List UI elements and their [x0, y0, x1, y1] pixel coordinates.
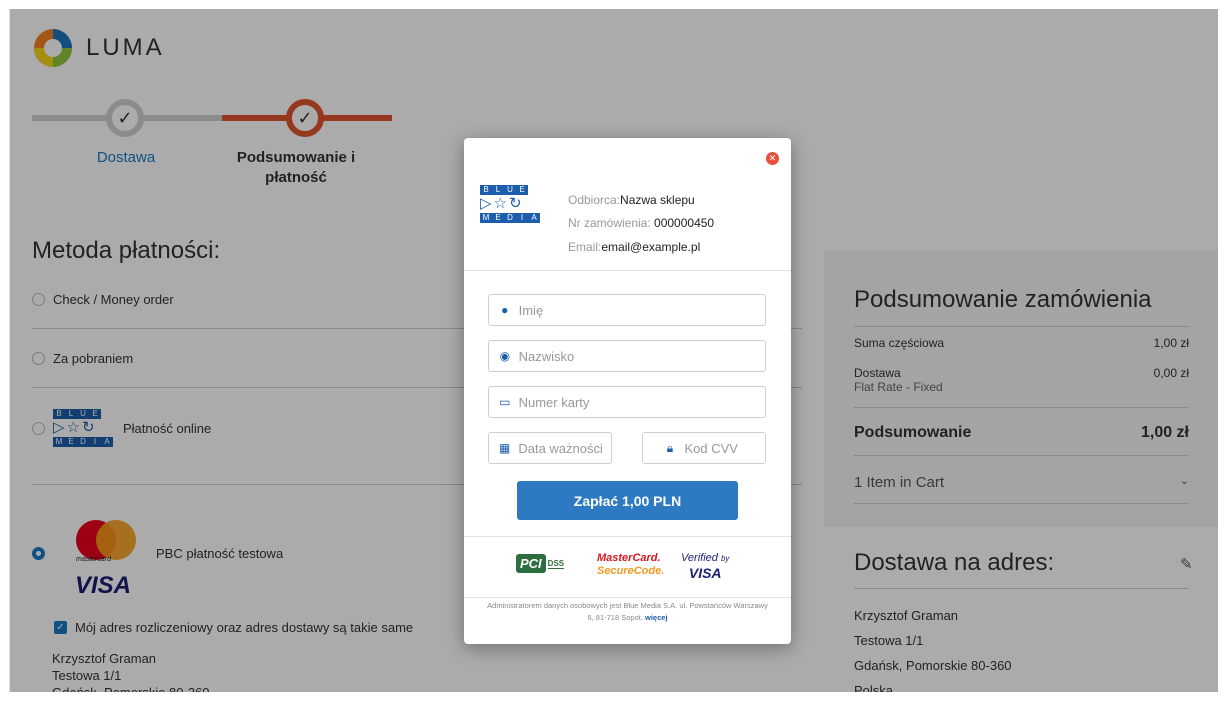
card-number-input[interactable] — [518, 394, 765, 410]
lock-icon: 🔒︎ — [666, 440, 674, 455]
more-link[interactable]: więcej — [645, 613, 668, 622]
modal-header: ✕ B L U E ▷☆↻ M E D I A Odbiorca:Nazwa s… — [464, 138, 791, 271]
credit-card-icon: ▭ — [499, 395, 511, 409]
card-number-field[interactable]: ▭ — [488, 386, 766, 418]
email-line: Email:email@example.pl — [568, 240, 701, 254]
bluemedia-icons: ▷☆↻ — [480, 195, 524, 212]
first-name-field[interactable]: ● — [488, 294, 766, 326]
mastercard-securecode-badge: MasterCard. SecureCode. — [597, 552, 665, 577]
cvv-input[interactable] — [684, 440, 755, 456]
expiry-field[interactable]: ▦ — [488, 432, 612, 464]
calendar-icon: ▦ — [499, 441, 511, 455]
bluemedia-logo: B L U E ▷☆↻ M E D I A — [480, 185, 540, 223]
last-name-field[interactable]: ◉ — [488, 340, 766, 372]
merchant-line: Odbiorca:Nazwa sklepu — [568, 193, 695, 207]
payment-modal: ✕ B L U E ▷☆↻ M E D I A Odbiorca:Nazwa s… — [464, 138, 791, 644]
verified-by-visa-badge: Verified by VISA — [681, 552, 730, 581]
user-circle-icon: ◉ — [499, 349, 511, 363]
cvv-field[interactable]: 🔒︎ — [642, 432, 766, 464]
order-line: Nr zamówienia: 000000450 — [568, 216, 715, 230]
security-badges: PCI DSS MasterCard. SecureCode. Verified… — [464, 536, 791, 598]
first-name-input[interactable] — [518, 302, 765, 318]
user-icon: ● — [501, 303, 509, 317]
last-name-input[interactable] — [518, 348, 765, 364]
modal-footer: Administratorem danych osobowych jest Bl… — [487, 601, 768, 622]
close-icon[interactable]: ✕ — [766, 152, 779, 165]
expiry-input[interactable] — [518, 440, 611, 456]
browser-viewport: LUMA ✓ ✓ Dostawa Podsumowanie i płatność… — [9, 9, 1218, 692]
pci-dss-badge: PCI DSS — [516, 554, 565, 573]
pay-button[interactable]: Zapłać 1,00 PLN — [517, 481, 738, 520]
